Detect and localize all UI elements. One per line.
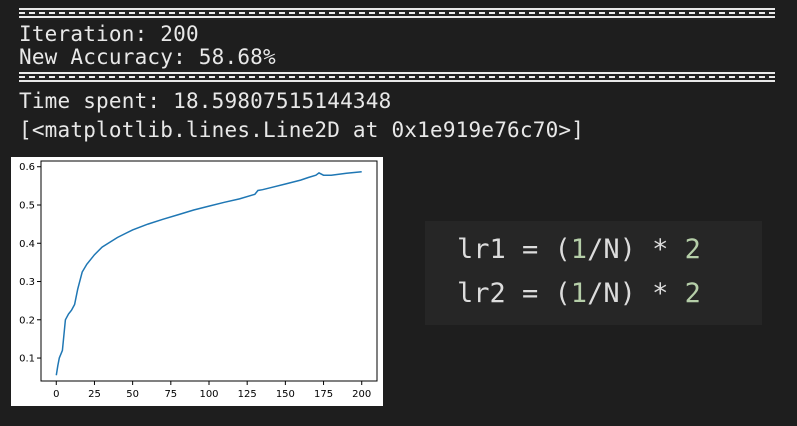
accuracy-text: New Accuracy: 58.68% [19, 45, 276, 69]
y-tick-label: 0.6 [19, 162, 35, 173]
time-spent-text: Time spent: 18.59807515144348 [19, 89, 392, 113]
x-tick-label: 75 [164, 389, 177, 400]
x-tick-label: 125 [238, 389, 257, 400]
x-tick-label: 50 [126, 389, 139, 400]
x-tick-label: 175 [314, 389, 333, 400]
code-cell[interactable]: lr1 = (1/N) * 2 lr2 = (1/N) * 2 [425, 221, 762, 325]
x-tick-label: 25 [88, 389, 101, 400]
separator-bottom [19, 72, 775, 82]
plot-frame [40, 160, 378, 382]
x-tick-label: 150 [276, 389, 295, 400]
accuracy-series-line [55, 170, 362, 376]
accuracy-plot: 0 25 50 75 100 125 150 175 200 0.1 0.2 0.3 0.4 0.5 0.6 [11, 157, 383, 406]
code-line-lr1: lr1 = (1/N) * 2 [457, 234, 701, 265]
y-tick-label: 0.2 [19, 315, 35, 326]
x-tick-label: 0 [53, 389, 59, 400]
accuracy-chart-svg: 0 25 50 75 100 125 150 175 200 0.1 0.2 0.3 0.4 0.5 0.6 [19, 160, 378, 400]
x-tick-label: 200 [352, 389, 371, 400]
separator-top [19, 8, 775, 18]
code-line-lr2: lr2 = (1/N) * 2 [457, 278, 701, 309]
y-tick-label: 0.4 [19, 239, 35, 250]
y-tick-label: 0.5 [19, 201, 35, 212]
y-tick-label: 0.1 [19, 354, 35, 365]
line2d-repr-text: [<matplotlib.lines.Line2D at 0x1e919e76c… [19, 118, 585, 142]
iteration-text: Iteration: 200 [19, 22, 199, 46]
y-tick-label: 0.3 [19, 277, 35, 288]
x-tick-label: 100 [199, 389, 218, 400]
